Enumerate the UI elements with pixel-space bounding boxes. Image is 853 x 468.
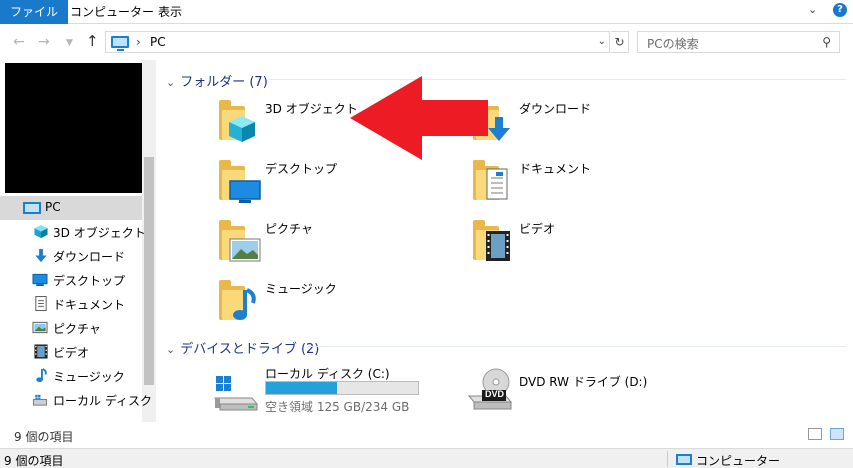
back-arrow-icon[interactable]: ← xyxy=(13,34,25,50)
download-arrow-icon xyxy=(35,248,47,263)
drive-icon xyxy=(32,394,48,406)
details-view-icon[interactable] xyxy=(808,428,822,440)
document-icon xyxy=(486,168,508,200)
nav-item-pictures[interactable]: ピクチャ xyxy=(0,316,142,340)
refresh-button[interactable]: ↻ xyxy=(611,31,629,53)
redacted-area xyxy=(5,63,142,193)
navigation-pane: PC 3D オブジェクト ダウンロード デスクトップ ドキュメント ピクチャ ビ… xyxy=(0,60,156,422)
status-item-count: 9 個の項目 xyxy=(4,454,64,468)
folder-tile-pictures[interactable]: ピクチャ xyxy=(219,216,439,272)
status-location: コンピューター xyxy=(696,454,781,468)
nav-item-pc[interactable]: PC xyxy=(0,196,142,220)
address-path[interactable]: PC xyxy=(150,35,166,49)
breadcrumb-separator-icon[interactable]: › xyxy=(136,35,141,49)
nav-item-label: ドキュメント xyxy=(53,298,126,312)
drive-capacity-bar xyxy=(265,381,419,395)
drive-name-local-disk: ローカル ディスク (C:) xyxy=(265,367,390,381)
nav-item-label: ローカル ディスク (C xyxy=(53,394,156,408)
folder-label: ミュージック xyxy=(265,282,337,296)
forward-arrow-icon[interactable]: → xyxy=(38,34,50,50)
nav-item-desktop[interactable]: デスクトップ xyxy=(0,268,142,292)
nav-scrollbar-thumb[interactable] xyxy=(144,157,154,385)
nav-item-label: ビデオ xyxy=(53,346,90,360)
collapse-chevron-icon[interactable]: ⌄ xyxy=(166,343,175,356)
cube-icon xyxy=(34,224,48,239)
folder-tile-downloads[interactable]: ダウンロード xyxy=(473,96,693,152)
folder-label: ビデオ xyxy=(519,222,556,236)
devices-group-header[interactable]: ⌄ デバイスとドライブ (2) xyxy=(166,338,319,357)
music-note-icon xyxy=(36,368,47,383)
computer-icon xyxy=(676,454,692,465)
nav-item-local-disk[interactable]: ローカル ディスク (C xyxy=(0,388,156,412)
cube-icon xyxy=(229,116,255,142)
nav-item-documents[interactable]: ドキュメント xyxy=(0,292,142,316)
nav-item-label: デスクトップ xyxy=(53,274,126,288)
download-arrow-icon xyxy=(488,117,510,141)
nav-item-label: ピクチャ xyxy=(53,322,101,336)
folder-tile-music[interactable]: ミュージック xyxy=(219,276,439,332)
film-icon xyxy=(34,344,48,359)
folder-label: ダウンロード xyxy=(519,102,592,116)
desktop-icon xyxy=(229,180,261,203)
picture-icon xyxy=(32,321,48,334)
nav-item-label: ミュージック xyxy=(53,370,125,384)
tab-file[interactable]: ファイル xyxy=(0,0,69,24)
up-arrow-icon[interactable]: ↑ xyxy=(86,32,99,50)
tab-view[interactable]: 表示 xyxy=(148,0,192,24)
dvd-logo-label: DVD xyxy=(485,389,505,399)
folder-tile-documents[interactable]: ドキュメント xyxy=(473,156,693,212)
status-bar: 9 個の項目 コンピューター xyxy=(0,448,853,468)
red-arrow-annotation xyxy=(350,76,488,160)
item-count-text: 9 個の項目 xyxy=(14,430,74,444)
film-icon xyxy=(486,231,510,261)
nav-item-videos[interactable]: ビデオ xyxy=(0,340,142,364)
ribbon-tab-bar: ファイル コンピューター 表示 ⌄ ? xyxy=(0,0,853,24)
refresh-icon: ↻ xyxy=(614,35,625,49)
collapse-chevron-icon[interactable]: ⌄ xyxy=(166,76,175,89)
folders-group-title: フォルダー (7) xyxy=(180,75,268,90)
status-divider xyxy=(667,451,668,467)
search-icon[interactable]: ⚲ xyxy=(822,35,831,49)
devices-group-divider xyxy=(308,346,846,347)
nav-item-label: PC xyxy=(45,200,61,214)
folder-tile-desktop[interactable]: デスクトップ xyxy=(219,156,439,212)
large-icons-view-icon[interactable] xyxy=(830,428,844,440)
document-icon xyxy=(35,296,47,311)
address-bar[interactable]: › PC ⌄ xyxy=(105,31,610,53)
desktop-icon xyxy=(32,273,48,287)
devices-group-title: デバイスとドライブ (2) xyxy=(180,342,320,357)
item-count-bar: 9 個の項目 xyxy=(0,424,853,446)
help-icon[interactable]: ? xyxy=(833,3,847,17)
nav-item-downloads[interactable]: ダウンロード xyxy=(0,244,142,268)
folder-tile-videos[interactable]: ビデオ xyxy=(473,216,693,272)
nav-item-3d-objects[interactable]: 3D オブジェクト xyxy=(0,220,146,244)
nav-item-label: ダウンロード xyxy=(53,250,126,264)
drive-free-space: 空き領域 125 GB/234 GB xyxy=(265,400,410,414)
search-input[interactable]: PCの検索 xyxy=(647,35,699,52)
ribbon-expand-chevron-icon[interactable]: ⌄ xyxy=(808,3,817,16)
address-dropdown-icon[interactable]: ⌄ xyxy=(598,36,606,47)
folder-label: ピクチャ xyxy=(265,222,313,236)
picture-icon xyxy=(229,238,261,262)
nav-item-label: 3D オブジェクト xyxy=(53,226,146,240)
pc-icon xyxy=(111,36,129,51)
windows-drive-icon xyxy=(213,376,258,411)
drive-name-dvd: DVD RW ドライブ (D:) xyxy=(519,375,648,389)
nav-item-music[interactable]: ミュージック xyxy=(0,364,142,388)
pc-icon xyxy=(23,202,41,214)
folder-label: ドキュメント xyxy=(519,162,592,176)
folder-label: 3D オブジェクト xyxy=(265,102,358,116)
drive-capacity-fill xyxy=(266,382,337,394)
recent-locations-chevron-icon[interactable]: ▼ xyxy=(66,38,73,48)
search-box[interactable]: PCの検索 ⚲ xyxy=(637,31,840,53)
music-note-icon xyxy=(233,288,256,320)
folder-label: デスクトップ xyxy=(265,162,338,176)
folders-group-header[interactable]: ⌄ フォルダー (7) xyxy=(166,71,268,90)
